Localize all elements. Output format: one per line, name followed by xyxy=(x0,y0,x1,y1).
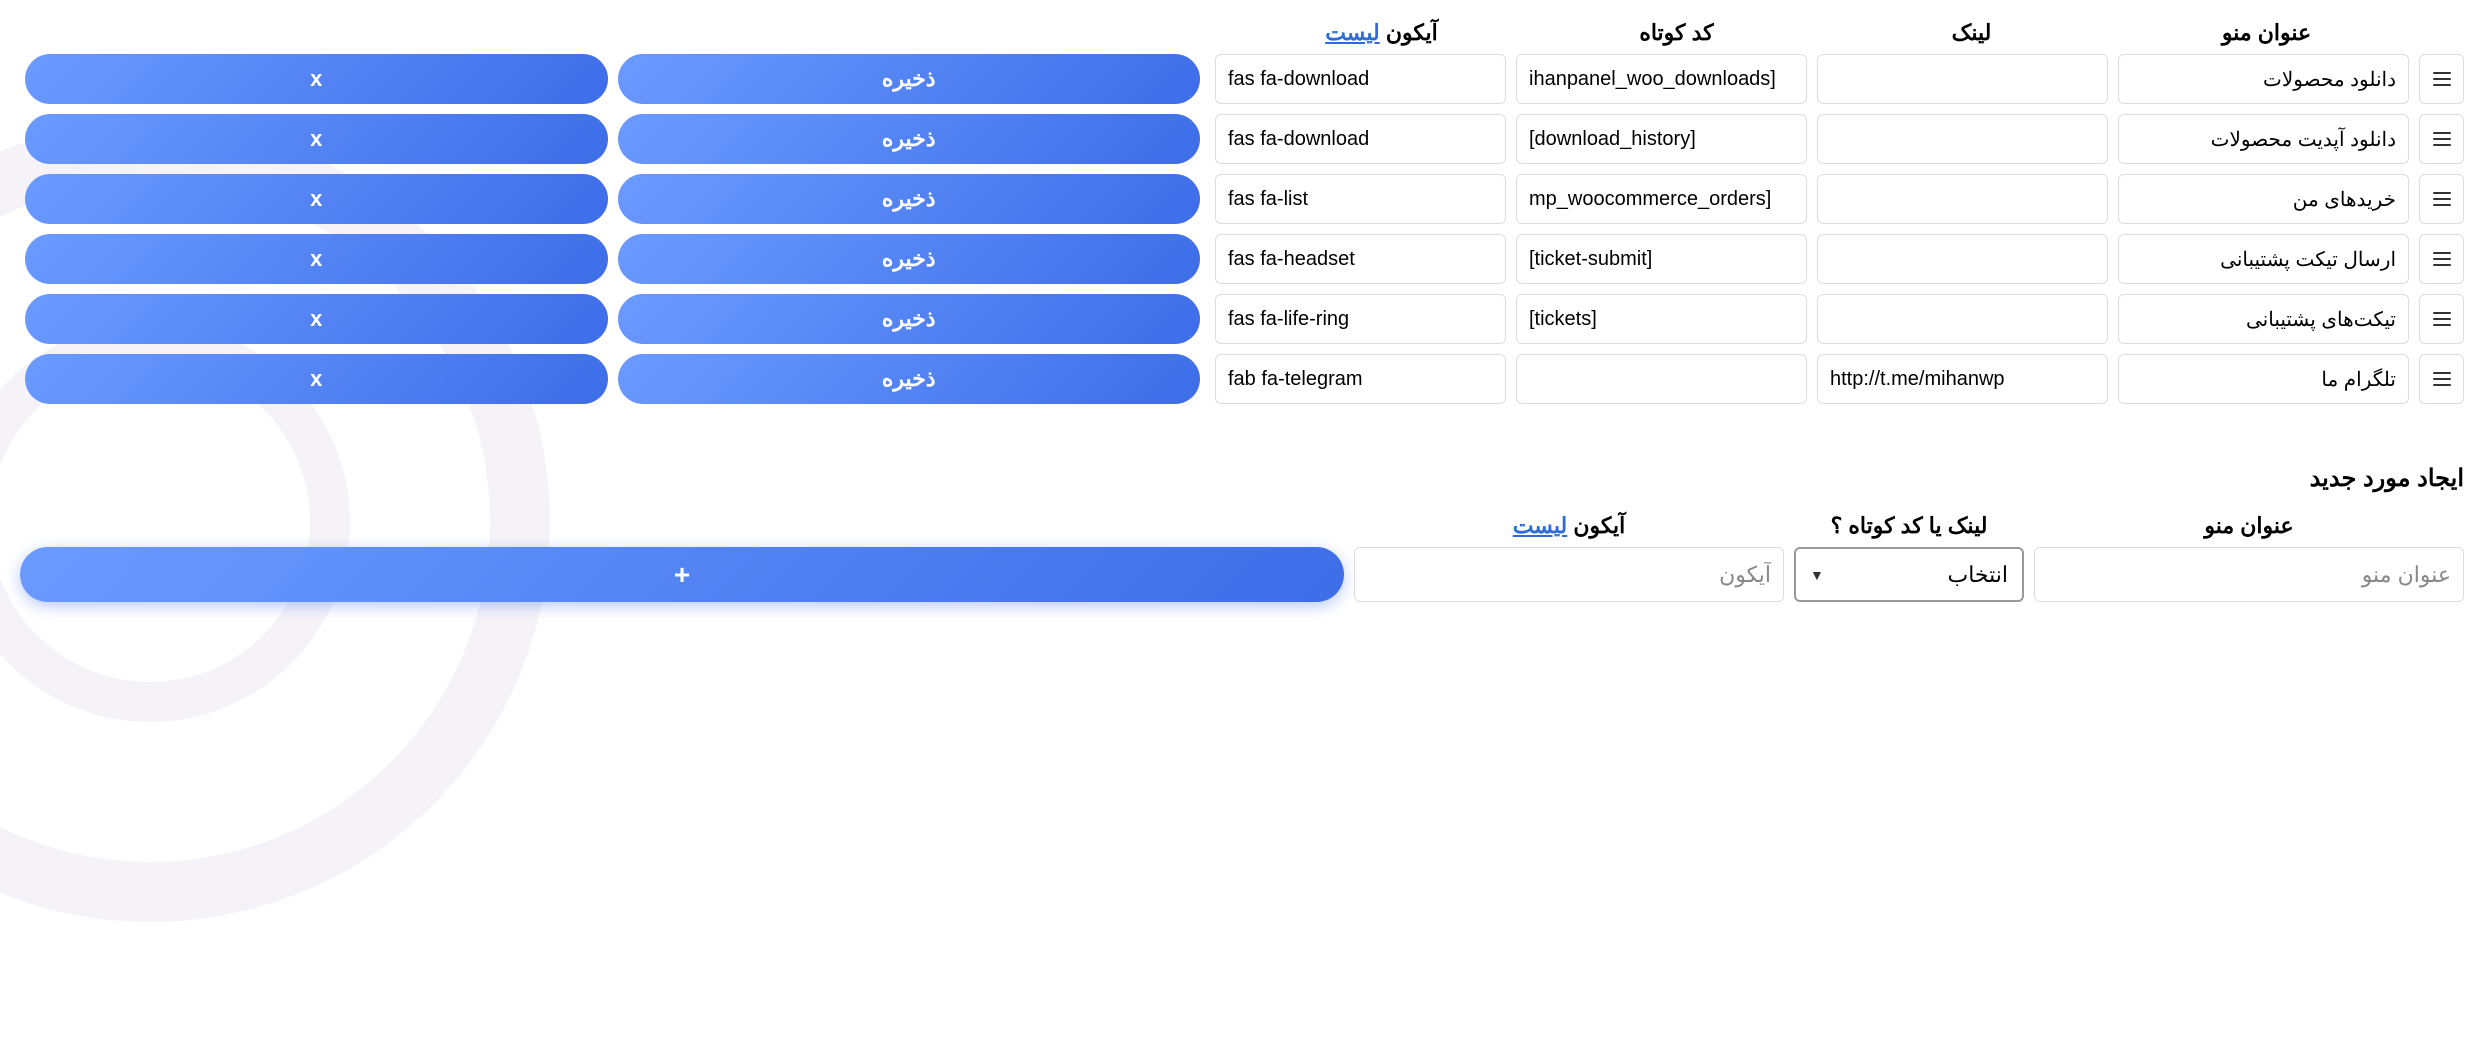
header-actions xyxy=(20,20,1229,46)
header-icon-prefix: آیکون xyxy=(1386,20,1438,45)
save-button[interactable]: ذخیره xyxy=(618,114,1201,164)
title-input[interactable] xyxy=(2118,354,2409,404)
shortcode-input[interactable] xyxy=(1516,54,1807,104)
title-input[interactable] xyxy=(2118,294,2409,344)
delete-button[interactable]: x xyxy=(25,114,608,164)
new-icon-list-link[interactable]: لیست xyxy=(1513,513,1568,538)
icon-input[interactable] xyxy=(1215,294,1506,344)
new-header-title: عنوان منو xyxy=(2034,513,2464,539)
menu-row: ذخیره x xyxy=(20,54,2464,104)
menu-row: ذخیره x xyxy=(20,114,2464,164)
delete-button[interactable]: x xyxy=(25,294,608,344)
new-title-input[interactable] xyxy=(2034,547,2464,602)
new-header-action xyxy=(20,513,1344,539)
title-input[interactable] xyxy=(2118,54,2409,104)
delete-button[interactable]: x xyxy=(25,234,608,284)
link-input[interactable] xyxy=(1817,234,2108,284)
new-header-icon: آیکون لیست xyxy=(1354,513,1784,539)
header-link: لینک xyxy=(1829,20,2114,46)
menu-row: ذخیره x xyxy=(20,234,2464,284)
new-icon-input[interactable] xyxy=(1354,547,1784,602)
link-input[interactable] xyxy=(1817,114,2108,164)
icon-input[interactable] xyxy=(1215,234,1506,284)
link-input[interactable] xyxy=(1817,294,2108,344)
save-button[interactable]: ذخیره xyxy=(618,174,1201,224)
drag-handle-icon[interactable] xyxy=(2419,294,2464,344)
drag-handle-icon[interactable] xyxy=(2419,174,2464,224)
row-actions: ذخیره x xyxy=(20,294,1205,344)
save-button[interactable]: ذخیره xyxy=(618,294,1201,344)
chevron-down-icon: ▼ xyxy=(1810,567,1824,583)
link-type-select[interactable]: انتخاب ▼ xyxy=(1794,547,2024,602)
drag-handle-icon[interactable] xyxy=(2419,114,2464,164)
header-menu-title: عنوان منو xyxy=(2124,20,2409,46)
menu-row: ذخیره x xyxy=(20,174,2464,224)
row-actions: ذخیره x xyxy=(20,354,1205,404)
shortcode-input[interactable] xyxy=(1516,174,1807,224)
shortcode-input[interactable] xyxy=(1516,354,1807,404)
menu-row: ذخیره x xyxy=(20,354,2464,404)
add-button[interactable]: + xyxy=(20,547,1344,602)
icon-input[interactable] xyxy=(1215,174,1506,224)
row-actions: ذخیره x xyxy=(20,114,1205,164)
save-button[interactable]: ذخیره xyxy=(618,234,1201,284)
header-icon: آیکون لیست xyxy=(1239,20,1524,46)
icon-list-link[interactable]: لیست xyxy=(1325,20,1380,45)
title-input[interactable] xyxy=(2118,174,2409,224)
delete-button[interactable]: x xyxy=(25,354,608,404)
select-value: انتخاب xyxy=(1948,562,2009,588)
title-input[interactable] xyxy=(2118,234,2409,284)
delete-button[interactable]: x xyxy=(25,54,608,104)
header-shortcode: کد کوتاه xyxy=(1534,20,1819,46)
delete-button[interactable]: x xyxy=(25,174,608,224)
new-header-linktype: لینک یا کد کوتاه ؟ xyxy=(1794,513,2024,539)
title-input[interactable] xyxy=(2118,114,2409,164)
new-item-row: انتخاب ▼ + xyxy=(20,547,2464,602)
link-input[interactable] xyxy=(1817,54,2108,104)
drag-handle-icon[interactable] xyxy=(2419,234,2464,284)
row-actions: ذخیره x xyxy=(20,54,1205,104)
shortcode-input[interactable] xyxy=(1516,114,1807,164)
shortcode-input[interactable] xyxy=(1516,234,1807,284)
save-button[interactable]: ذخیره xyxy=(618,54,1201,104)
row-actions: ذخیره x xyxy=(20,234,1205,284)
drag-handle-icon[interactable] xyxy=(2419,54,2464,104)
column-headers: عنوان منو لینک کد کوتاه آیکون لیست xyxy=(20,20,2464,46)
new-item-heading: ایجاد مورد جدید xyxy=(20,464,2464,493)
save-button[interactable]: ذخیره xyxy=(618,354,1201,404)
new-header-icon-prefix: آیکون xyxy=(1573,513,1625,538)
row-actions: ذخیره x xyxy=(20,174,1205,224)
new-item-headers: عنوان منو لینک یا کد کوتاه ؟ آیکون لیست xyxy=(20,513,2464,539)
menu-row: ذخیره x xyxy=(20,294,2464,344)
link-input[interactable] xyxy=(1817,354,2108,404)
icon-input[interactable] xyxy=(1215,54,1506,104)
icon-input[interactable] xyxy=(1215,114,1506,164)
shortcode-input[interactable] xyxy=(1516,294,1807,344)
link-input[interactable] xyxy=(1817,174,2108,224)
drag-handle-icon[interactable] xyxy=(2419,354,2464,404)
icon-input[interactable] xyxy=(1215,354,1506,404)
